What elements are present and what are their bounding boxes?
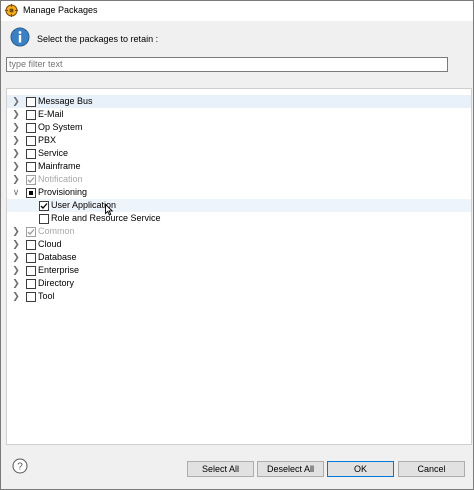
checkbox-user-application[interactable]	[39, 201, 49, 211]
checkbox-message-bus[interactable]	[26, 97, 36, 107]
filter-input[interactable]	[6, 57, 448, 72]
tree-item-label: Message Bus	[38, 96, 93, 106]
tree-item-label: Database	[38, 252, 77, 262]
tree-item-common[interactable]: ❯ Common	[7, 225, 471, 238]
chevron-down-icon[interactable]: ∨	[11, 186, 21, 199]
tree-item-mainframe[interactable]: ❯ Mainframe	[7, 160, 471, 173]
tree-item-label: Directory	[38, 278, 75, 288]
tree-item-cloud[interactable]: ❯ Cloud	[7, 238, 471, 251]
chevron-right-icon[interactable]: ❯	[11, 264, 21, 277]
tree-item-label: Enterprise	[38, 265, 80, 275]
tree-item-notification[interactable]: ❯ Notification	[7, 173, 471, 186]
checkbox-mainframe[interactable]	[26, 162, 36, 172]
chevron-right-icon[interactable]: ❯	[11, 134, 21, 147]
checkbox-e-mail[interactable]	[26, 110, 36, 120]
tree-item-label: Notification	[38, 174, 83, 184]
checkbox-database[interactable]	[26, 253, 36, 263]
chevron-right-icon[interactable]: ❯	[11, 277, 21, 290]
tree-item-label: Provisioning	[38, 187, 88, 197]
checkbox-tool[interactable]	[26, 292, 36, 302]
tree-item-pbx[interactable]: ❯ PBX	[7, 134, 471, 147]
tree-item-label: E-Mail	[38, 109, 64, 119]
tree-item-label: Tool	[38, 291, 55, 301]
cancel-button[interactable]: Cancel	[398, 461, 465, 477]
chevron-right-icon[interactable]: ❯	[11, 173, 21, 186]
tree-item-database[interactable]: ❯ Database	[7, 251, 471, 264]
chevron-right-icon[interactable]: ❯	[11, 160, 21, 173]
chevron-right-icon[interactable]: ❯	[11, 121, 21, 134]
ok-button[interactable]: OK	[327, 461, 394, 477]
tree-item-label: Cloud	[38, 239, 62, 249]
checkmark-icon	[40, 203, 48, 209]
info-icon	[10, 27, 30, 47]
package-tree[interactable]: ❯ Message Bus ❯ E-Mail ❯ Op System ❯ PBX…	[6, 88, 472, 445]
chevron-right-icon[interactable]: ❯	[11, 251, 21, 264]
checkbox-role-and-resource-service[interactable]	[39, 214, 49, 224]
title-bar: Manage Packages	[1, 1, 473, 21]
checkbox-notification[interactable]	[26, 175, 36, 185]
checkbox-service[interactable]	[26, 149, 36, 159]
chevron-right-icon[interactable]: ❯	[11, 95, 21, 108]
tree-item-e-mail[interactable]: ❯ E-Mail	[7, 108, 471, 121]
checkbox-enterprise[interactable]	[26, 266, 36, 276]
instruction-text: Select the packages to retain :	[37, 34, 159, 44]
mouse-pointer-icon	[105, 204, 113, 216]
help-icon[interactable]: ?	[12, 458, 28, 474]
manage-packages-dialog: Manage Packages Select the packages to r…	[0, 0, 474, 490]
tree-item-user-application[interactable]: User Application	[7, 199, 471, 212]
tree-item-directory[interactable]: ❯ Directory	[7, 277, 471, 290]
tree-item-provisioning[interactable]: ∨ Provisioning	[7, 186, 471, 199]
tree-item-label: PBX	[38, 135, 57, 145]
chevron-right-icon[interactable]: ❯	[11, 108, 21, 121]
tree-item-label: Common	[38, 226, 75, 236]
window-title: Manage Packages	[23, 5, 98, 15]
checkbox-provisioning[interactable]	[26, 188, 36, 198]
select-all-button[interactable]: Select All	[187, 461, 254, 477]
tree-item-label: Mainframe	[38, 161, 81, 171]
chevron-right-icon[interactable]: ❯	[11, 147, 21, 160]
checkbox-op-system[interactable]	[26, 123, 36, 133]
svg-text:?: ?	[17, 462, 23, 473]
deselect-all-button[interactable]: Deselect All	[257, 461, 324, 477]
tree-item-tool[interactable]: ❯ Tool	[7, 290, 471, 303]
chevron-right-icon[interactable]: ❯	[11, 290, 21, 303]
checkbox-cloud[interactable]	[26, 240, 36, 250]
tree-item-op-system[interactable]: ❯ Op System	[7, 121, 471, 134]
chevron-right-icon[interactable]: ❯	[11, 225, 21, 238]
tree-item-label: Service	[38, 148, 69, 158]
checkmark-icon	[27, 229, 35, 235]
checkbox-pbx[interactable]	[26, 136, 36, 146]
tree-item-message-bus[interactable]: ❯ Message Bus	[7, 95, 471, 108]
app-icon	[5, 4, 18, 17]
tree-item-label: Op System	[38, 122, 83, 132]
tree-item-enterprise[interactable]: ❯ Enterprise	[7, 264, 471, 277]
tree-item-role-and-resource-service[interactable]: Role and Resource Service	[7, 212, 471, 225]
checkmark-icon	[27, 177, 35, 183]
chevron-right-icon[interactable]: ❯	[11, 238, 21, 251]
checkbox-directory[interactable]	[26, 279, 36, 289]
tree-item-service[interactable]: ❯ Service	[7, 147, 471, 160]
checkbox-common[interactable]	[26, 227, 36, 237]
